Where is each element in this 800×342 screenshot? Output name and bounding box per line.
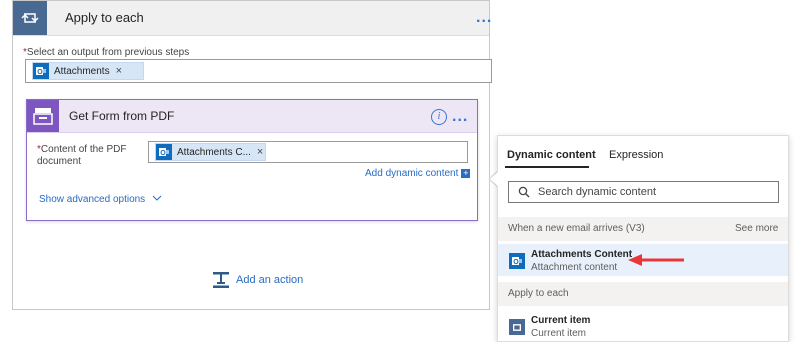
item-title: Current item bbox=[531, 315, 591, 326]
pdf-action-header[interactable]: Get Form from PDF i ... bbox=[27, 100, 477, 133]
form-tray-icon bbox=[27, 100, 59, 132]
chevron-down-icon bbox=[152, 195, 162, 201]
add-dynamic-content-label: Add dynamic content bbox=[365, 168, 459, 179]
attachments-content-token[interactable]: O Attachments C... × bbox=[155, 143, 266, 161]
tab-dynamic-content[interactable]: Dynamic content bbox=[507, 149, 596, 161]
section-title-apply: Apply to each bbox=[508, 288, 569, 299]
add-an-action-label: Add an action bbox=[236, 274, 304, 286]
outlook-icon: O bbox=[509, 253, 525, 269]
apply-to-each-title: Apply to each bbox=[65, 10, 144, 25]
apply-more-options-button[interactable]: ... bbox=[476, 10, 492, 26]
search-placeholder: Search dynamic content bbox=[538, 186, 657, 198]
search-icon bbox=[518, 186, 530, 198]
active-tab-indicator bbox=[505, 166, 589, 168]
info-icon[interactable]: i bbox=[431, 109, 447, 125]
add-an-action-button[interactable]: Add an action bbox=[212, 271, 303, 289]
dynamic-item-current-item[interactable]: Current item Current item bbox=[498, 310, 788, 342]
select-output-label: *Select an output from previous steps bbox=[23, 47, 190, 58]
search-dynamic-content-input[interactable]: Search dynamic content bbox=[508, 181, 779, 203]
remove-token-button[interactable]: × bbox=[257, 146, 263, 158]
attachments-token-label: Attachments bbox=[54, 65, 110, 77]
tab-expression[interactable]: Expression bbox=[609, 149, 663, 161]
svg-text:O: O bbox=[513, 259, 519, 266]
item-subtitle: Current item bbox=[531, 328, 587, 339]
red-arrow-annotation bbox=[628, 254, 684, 266]
section-title-email: When a new email arrives (V3) bbox=[508, 223, 645, 234]
loop-icon bbox=[509, 319, 525, 335]
attachments-content-token-label: Attachments C... bbox=[177, 146, 251, 158]
dynamic-content-panel: Dynamic content Expression Search dynami… bbox=[497, 135, 789, 342]
svg-text:O: O bbox=[160, 150, 166, 157]
outlook-icon: O bbox=[33, 63, 49, 79]
show-advanced-options-link[interactable]: Show advanced options bbox=[39, 194, 162, 205]
pdf-content-label: *Content of the PDF document bbox=[37, 144, 127, 167]
apply-to-each-header[interactable]: Apply to each ... bbox=[13, 1, 492, 36]
item-title: Attachments Content bbox=[531, 249, 633, 260]
dynamic-item-attachments-content[interactable]: O Attachments Content Attachment content bbox=[498, 244, 788, 276]
outlook-icon: O bbox=[156, 144, 172, 160]
select-output-field[interactable]: O Attachments × bbox=[25, 59, 492, 83]
section-header-apply: Apply to each bbox=[498, 282, 788, 306]
show-advanced-options-label: Show advanced options bbox=[39, 194, 146, 205]
item-subtitle: Attachment content bbox=[531, 262, 618, 273]
panel-pointer-inner bbox=[490, 171, 499, 187]
see-more-link[interactable]: See more bbox=[735, 223, 778, 234]
pdf-action-title: Get Form from PDF bbox=[69, 109, 175, 123]
pdf-more-options-button[interactable]: ... bbox=[452, 109, 468, 125]
svg-text:O: O bbox=[37, 69, 43, 76]
add-dynamic-content-link[interactable]: Add dynamic content + bbox=[365, 167, 471, 179]
loop-icon bbox=[13, 1, 47, 35]
remove-token-button[interactable]: × bbox=[116, 65, 122, 77]
add-action-icon bbox=[213, 272, 229, 288]
attachments-token[interactable]: O Attachments × bbox=[32, 62, 144, 80]
pdf-content-field[interactable]: O Attachments C... × bbox=[148, 141, 468, 163]
get-form-from-pdf-card: Get Form from PDF i ... *Content of the … bbox=[26, 99, 478, 221]
plus-icon: + bbox=[461, 167, 471, 178]
apply-to-each-card: Apply to each ... *Select an output from… bbox=[12, 0, 492, 310]
section-header-email: When a new email arrives (V3) See more bbox=[498, 217, 788, 241]
